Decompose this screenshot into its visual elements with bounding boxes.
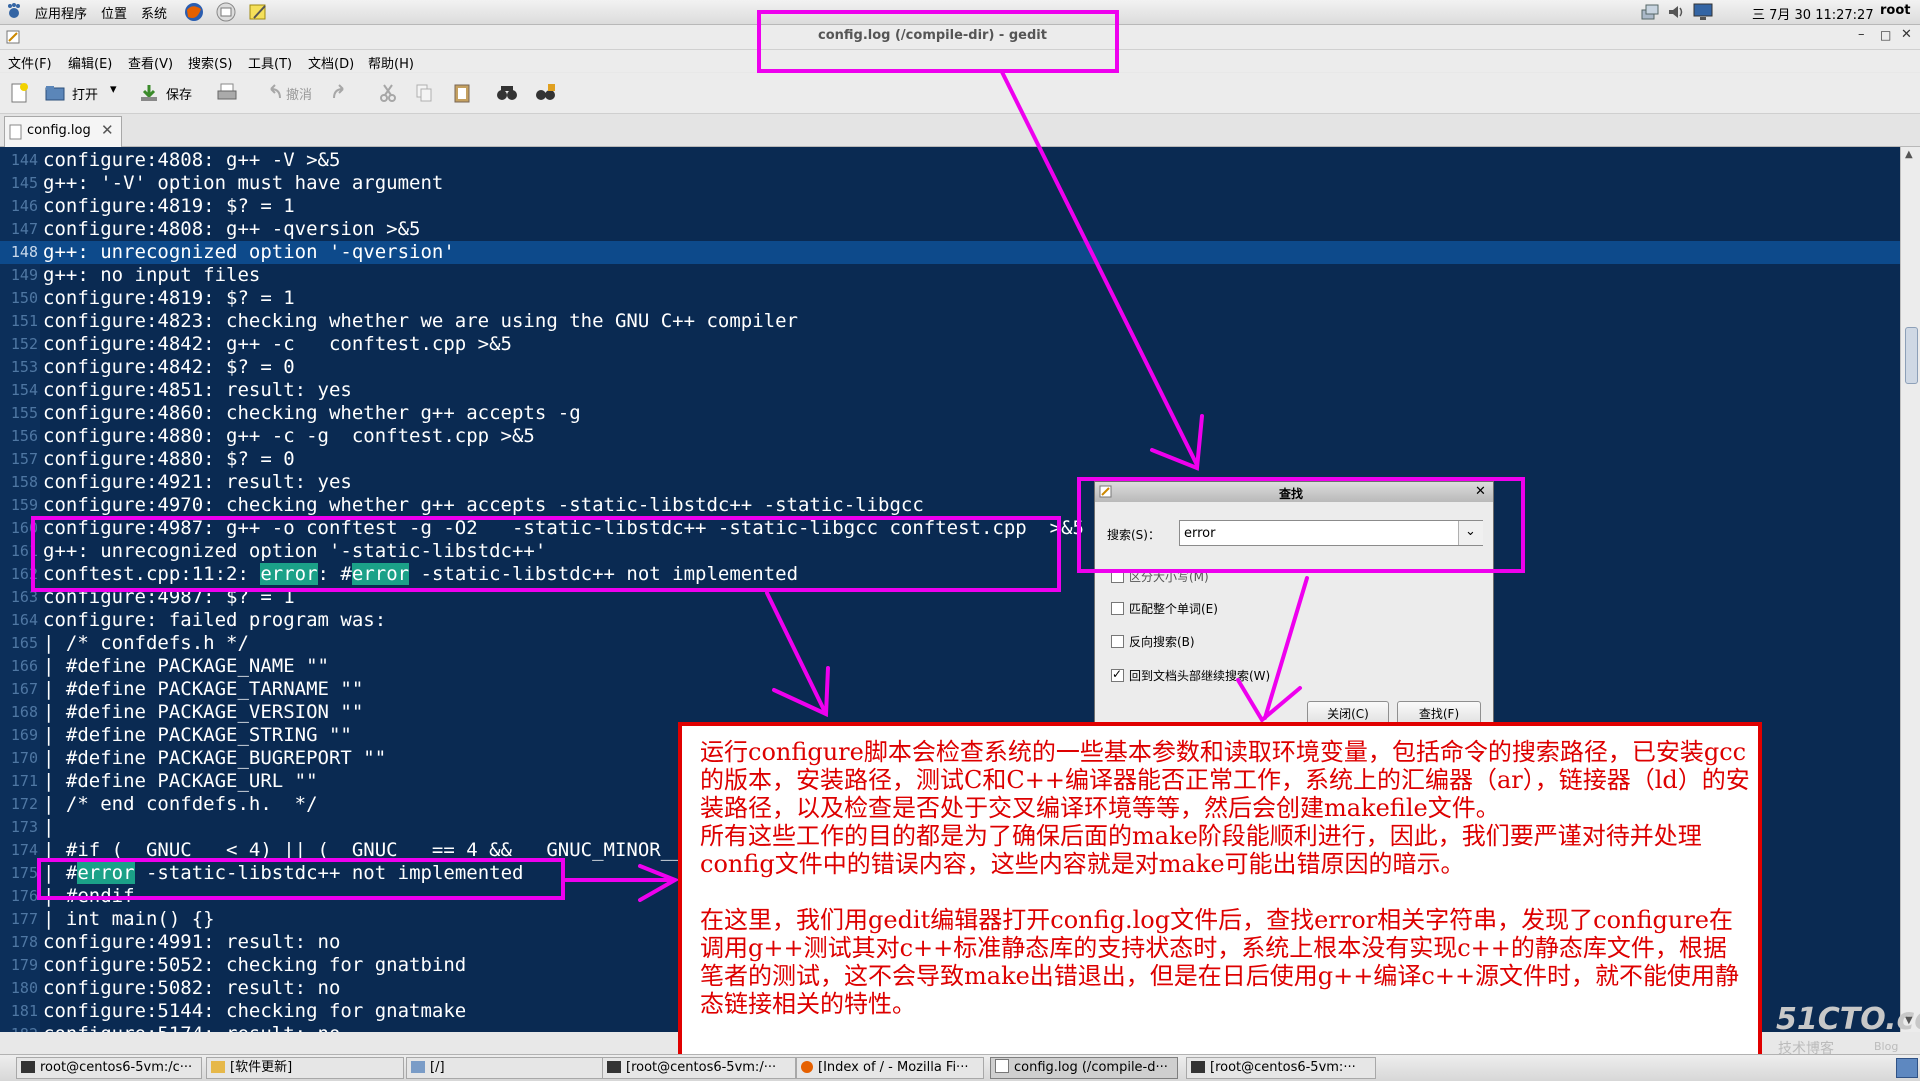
task-file-browser[interactable]: [/] bbox=[406, 1057, 604, 1079]
task-software-update[interactable]: [软件更新] bbox=[206, 1057, 404, 1079]
task-terminal-3[interactable]: [root@centos6-5vm:··· bbox=[1186, 1057, 1376, 1079]
task-label: [root@centos6-5vm:/··· bbox=[626, 1060, 777, 1075]
taskbar: root@centos6-5vm:/c··· [软件更新] [/] [root@… bbox=[0, 1054, 1920, 1081]
terminal-icon bbox=[21, 1061, 35, 1073]
watermark-blog: Blog bbox=[1874, 1040, 1899, 1053]
task-label: root@centos6-5vm:/c··· bbox=[40, 1060, 193, 1075]
annotation-note: 运行configure脚本会检查系统的一些基本参数和读取环境变量，包括命令的搜索… bbox=[700, 738, 1750, 1018]
folder-icon bbox=[411, 1061, 425, 1073]
workspace-switcher[interactable] bbox=[1896, 1058, 1918, 1078]
terminal-icon bbox=[607, 1061, 621, 1073]
gedit-icon bbox=[995, 1059, 1009, 1073]
note-paragraph-1: 运行configure脚本会检查系统的一些基本参数和读取环境变量，包括命令的搜索… bbox=[700, 738, 1750, 822]
watermark-site: 51CTO.com bbox=[1776, 1002, 1920, 1037]
task-terminal-2[interactable]: [root@centos6-5vm:/··· bbox=[602, 1057, 796, 1079]
task-label: [/] bbox=[430, 1060, 445, 1075]
task-label: config.log (/compile-d··· bbox=[1014, 1060, 1168, 1075]
note-spacer bbox=[700, 878, 1750, 906]
firefox-icon bbox=[801, 1061, 813, 1073]
task-label: [软件更新] bbox=[230, 1060, 293, 1075]
terminal-icon bbox=[1191, 1061, 1205, 1073]
task-gedit[interactable]: config.log (/compile-d··· bbox=[990, 1057, 1178, 1079]
note-paragraph-2: 所有这些工作的目的都是为了确保后面的make阶段能顺利进行，因此，我们要严谨对待… bbox=[700, 822, 1702, 878]
task-label: [root@centos6-5vm:··· bbox=[1210, 1060, 1356, 1075]
note-paragraph-3: 在这里，我们用gedit编辑器打开config.log文件后，查找error相关… bbox=[700, 906, 1740, 1018]
update-icon bbox=[211, 1061, 225, 1073]
task-label: [Index of / - Mozilla Fi··· bbox=[818, 1060, 969, 1075]
task-firefox[interactable]: [Index of / - Mozilla Fi··· bbox=[796, 1057, 984, 1079]
task-terminal-1[interactable]: root@centos6-5vm:/c··· bbox=[16, 1057, 202, 1079]
